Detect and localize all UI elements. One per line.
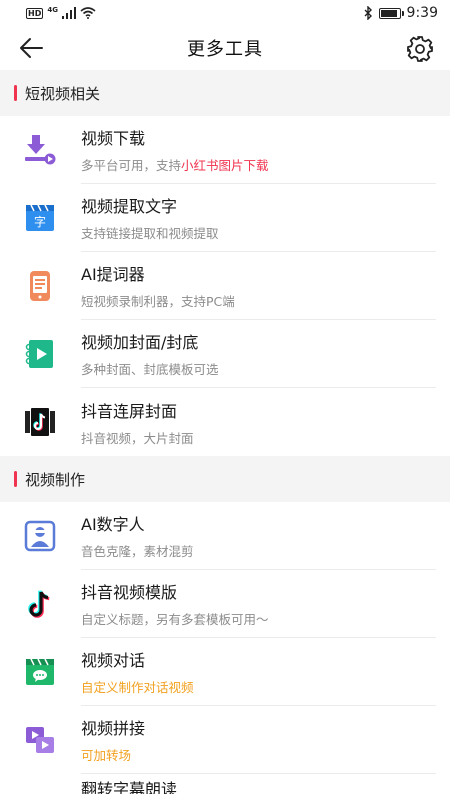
status-bar: HD 4G 9:39 (0, 0, 450, 26)
video-chat-icon (23, 655, 57, 689)
video-splice-icon (23, 723, 57, 757)
item-title: 抖音视频模版 (81, 583, 178, 602)
item-subtitle: 支持链接提取和视频提取 (81, 226, 219, 241)
partial-icon (23, 774, 57, 794)
section-title: 短视频相关 (25, 84, 101, 103)
tool-item-video-chat[interactable]: 视频对话 自定义制作对话视频 (0, 638, 450, 706)
item-subtitle: 音色克隆，素材混剪 (81, 544, 194, 559)
item-subtitle: 多种封面、封底模板可选 (81, 362, 219, 377)
tool-item-teleprompter[interactable]: AI提词器 短视频录制利器，支持PC端 (0, 252, 450, 320)
tool-item-digital-human[interactable]: AI数字人 音色克隆，素材混剪 (0, 502, 450, 570)
item-title: 视频对话 (81, 651, 146, 670)
item-subtitle: 自定义制作对话视频 (81, 680, 194, 695)
item-title: AI提词器 (81, 265, 145, 284)
item-text: 视频拼接 可加转场 (81, 706, 436, 774)
item-title: 视频提取文字 (81, 197, 178, 216)
network-type: 4G (47, 6, 58, 14)
douyin-cover-icon (23, 405, 57, 439)
section-accent-bar (14, 85, 17, 101)
douyin-icon (23, 587, 57, 621)
signal-icon (61, 7, 76, 19)
battery-icon (378, 7, 404, 19)
item-subtitle: 多平台可用，支持小红书图片下载 (81, 155, 436, 174)
battery-level (380, 9, 397, 17)
item-subtitle-prefix: 多平台可用，支持 (81, 158, 182, 173)
svg-text:字: 字 (34, 214, 46, 229)
item-text: 视频提取文字 支持链接提取和视频提取 (81, 184, 436, 252)
item-text: 抖音连屏封面 抖音视频，大片封面 (81, 388, 436, 456)
teleprompter-icon (23, 269, 57, 303)
wifi-icon (80, 7, 96, 19)
item-text: 视频下载 多平台可用，支持小红书图片下载 (81, 116, 436, 184)
item-text: 视频加封面/封底 多种封面、封底模板可选 (81, 320, 436, 388)
item-text: 视频对话 自定义制作对话视频 (81, 638, 436, 706)
item-subtitle-highlight: 小红书图片下载 (181, 158, 269, 173)
section-accent-bar (14, 471, 17, 487)
bluetooth-icon (364, 6, 372, 20)
digital-human-icon (23, 519, 57, 553)
item-text: AI提词器 短视频录制利器，支持PC端 (81, 252, 436, 320)
video-production-tools-list: AI数字人 音色克隆，素材混剪 抖音视频模版 自定义标题，另有多套模板可用～ 视… (0, 502, 450, 794)
item-text: 抖音视频模版 自定义标题，另有多套模板可用～ (81, 570, 436, 638)
tool-item-video-splice[interactable]: 视频拼接 可加转场 (0, 706, 450, 774)
item-title: 视频下载 (81, 129, 146, 148)
status-left: HD 4G (26, 6, 96, 19)
gear-icon[interactable] (406, 35, 434, 63)
item-title: 翻转字幕朗读 (81, 780, 178, 794)
section-title: 视频制作 (25, 470, 86, 489)
item-title: 抖音连屏封面 (81, 401, 178, 421)
item-text: 翻转字幕朗读 (81, 774, 436, 794)
section-header-short-video: 短视频相关 (0, 70, 450, 116)
tool-item-text-extract[interactable]: 字 视频提取文字 支持链接提取和视频提取 (0, 184, 450, 252)
tool-item-cover[interactable]: 视频加封面/封底 多种封面、封底模板可选 (0, 320, 450, 388)
item-subtitle: 自定义标题，另有多套模板可用～ (81, 612, 269, 627)
tool-item-douyin-template[interactable]: 抖音视频模版 自定义标题，另有多套模板可用～ (0, 570, 450, 638)
tool-item-video-download[interactable]: 视频下载 多平台可用，支持小红书图片下载 (0, 116, 450, 184)
short-video-tools-list: 视频下载 多平台可用，支持小红书图片下载 字 视频提取文字 支持链接提取和视频提… (0, 116, 450, 456)
item-title: AI数字人 (81, 515, 145, 534)
text-extract-icon: 字 (23, 201, 57, 235)
item-text: AI数字人 音色克隆，素材混剪 (81, 502, 436, 570)
item-subtitle: 抖音视频，大片封面 (81, 430, 194, 446)
cover-icon (23, 337, 57, 371)
tool-item-flip-subtitle[interactable]: 翻转字幕朗读 (0, 774, 450, 794)
back-arrow-icon[interactable] (18, 36, 44, 60)
section-header-video-production: 视频制作 (0, 456, 450, 502)
page-title: 更多工具 (187, 39, 263, 60)
video-download-icon (23, 133, 57, 167)
status-time: 9:39 (406, 5, 438, 21)
item-title: 视频加封面/封底 (81, 333, 199, 352)
status-right: 9:39 (363, 5, 438, 21)
app-header: 更多工具 (0, 26, 450, 70)
item-subtitle: 可加转场 (81, 748, 132, 763)
item-subtitle: 短视频录制利器，支持PC端 (81, 294, 235, 309)
tool-item-douyin-cover[interactable]: 抖音连屏封面 抖音视频，大片封面 (0, 388, 450, 456)
hd-badge: HD (26, 7, 44, 19)
item-title: 视频拼接 (81, 719, 146, 738)
